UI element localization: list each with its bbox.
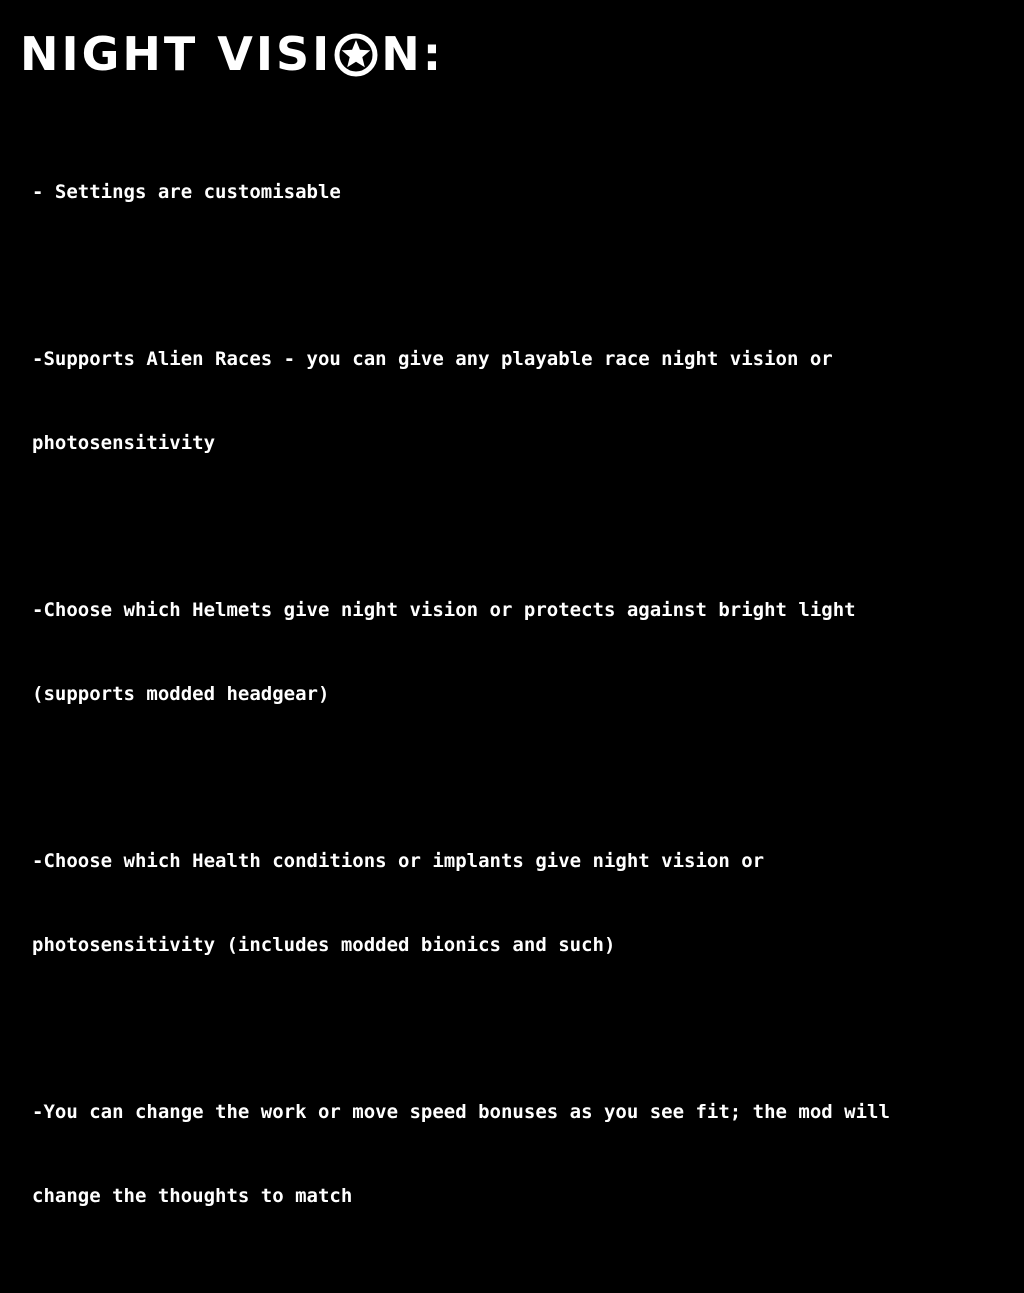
feature-text: (supports modded headgear)	[32, 683, 330, 705]
feature-text: change the thoughts to match	[32, 1185, 353, 1207]
feature-text: -You can change the work or move speed b…	[32, 1101, 890, 1123]
feature-text: -Supports Alien Races - you can give any…	[32, 348, 833, 370]
star-in-circle-icon	[334, 33, 378, 77]
feature-text: photosensitivity	[32, 432, 216, 454]
feature-text: - Settings are customisable	[32, 181, 341, 203]
feature-item: -Choose which Health conditions or impla…	[32, 791, 1007, 1015]
feature-item: -Choose which Helmets give night vision …	[32, 540, 1007, 764]
feature-text: -Choose which Helmets give night vision …	[32, 599, 856, 621]
feature-item: - Settings are customisable	[32, 122, 1007, 262]
feature-item: -You can change the work or move speed b…	[32, 1042, 1007, 1266]
title-text-start: NIGHT VISI	[20, 27, 333, 81]
feature-item: -Supports Alien Races - you can give any…	[32, 289, 1007, 513]
feature-text: photosensitivity (includes modded bionic…	[32, 934, 616, 956]
title-text-end: N:	[381, 27, 445, 81]
page-title: NIGHT VISI N:	[20, 28, 444, 80]
feature-text: -Choose which Health conditions or impla…	[32, 850, 765, 872]
feature-list: - Settings are customisable -Supports Al…	[32, 122, 1007, 1293]
